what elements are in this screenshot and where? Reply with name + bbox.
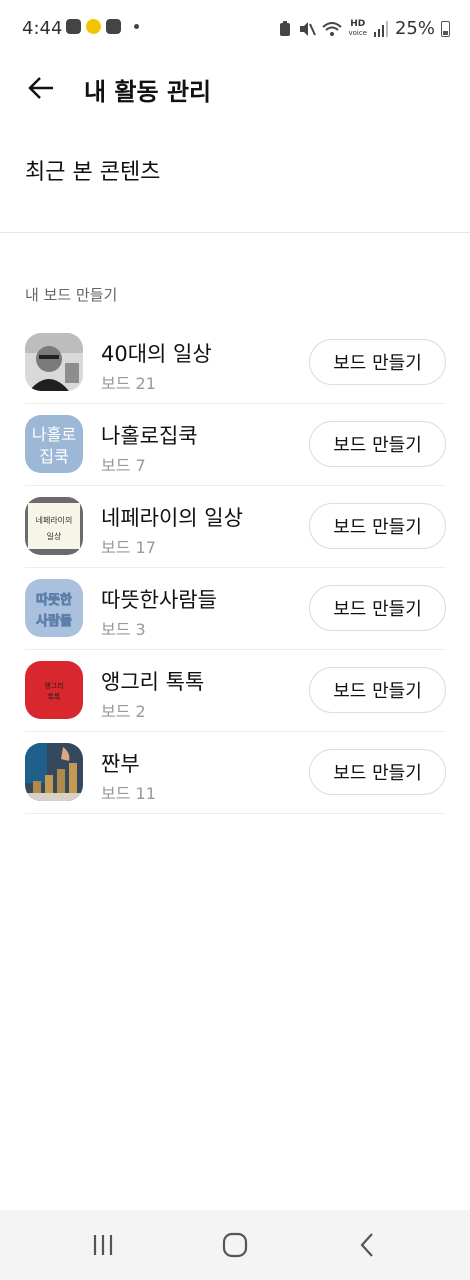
screen: 4:44 HD voice 25% 내 활동 관리 최근 본 콘텐츠 내 보드 … — [0, 0, 470, 1280]
thumbnail-text-top: 따뜻한 — [36, 592, 72, 608]
board-thumbnail — [25, 743, 83, 801]
board-name: 나홀로집쿡 — [101, 424, 198, 448]
board-item[interactable]: 40대의 일상 보드 21 보드 만들기 — [25, 322, 446, 404]
app-notification-icon — [66, 19, 81, 34]
thumbnail-text-top: 네페라이의 — [36, 515, 73, 525]
battery-icon — [441, 20, 450, 37]
wifi-icon — [322, 21, 343, 36]
board-thumbnail: 앵그리 톡톡 — [25, 661, 83, 719]
make-board-button[interactable]: 보드 만들기 — [309, 749, 446, 795]
board-name: 짠부 — [101, 752, 140, 776]
board-section-heading: 내 보드 만들기 — [25, 286, 118, 304]
signal-icon — [373, 20, 388, 37]
navigation-bar — [0, 1210, 470, 1280]
thumbnail-text-top: 앵그리 — [44, 681, 63, 690]
message-notification-icon — [106, 19, 121, 34]
thumbnail-art: 나홀로 집쿡 — [25, 415, 83, 473]
board-item[interactable]: 네페라이의 일상 네페라이의 일상 보드 17 보드 만들기 — [25, 486, 446, 568]
header: 내 활동 관리 — [0, 60, 470, 116]
board-item[interactable]: 나홀로 집쿡 나홀로집쿡 보드 7 보드 만들기 — [25, 404, 446, 486]
thumbnail-art: 앵그리 톡톡 — [25, 661, 83, 719]
board-item[interactable]: 따뜻한 사람들 따뜻한사람들 보드 3 보드 만들기 — [25, 568, 446, 650]
more-notifications-dot-icon — [134, 24, 139, 29]
board-name: 네페라이의 일상 — [101, 506, 243, 530]
home-icon — [222, 1232, 248, 1258]
recent-content-row[interactable]: 최근 본 콘텐츠 — [0, 134, 470, 204]
thumbnail-art: 따뜻한 사람들 — [25, 579, 83, 637]
board-count: 보드 17 — [101, 538, 156, 557]
make-board-button[interactable]: 보드 만들기 — [309, 667, 446, 713]
board-item[interactable]: 짠부 보드 11 보드 만들기 — [25, 732, 446, 814]
mute-icon — [300, 21, 317, 36]
board-list: 40대의 일상 보드 21 보드 만들기 나홀로 집쿡 나홀로집쿡 보드 7 보… — [25, 322, 446, 814]
hd-voice-icon: HD voice — [348, 18, 367, 38]
board-name: 앵그리 톡톡 — [101, 670, 205, 694]
nav-back-button[interactable] — [347, 1230, 387, 1260]
board-count: 보드 21 — [101, 374, 156, 393]
page-title: 내 활동 관리 — [84, 78, 212, 106]
thumbnail-art: 네페라이의 일상 — [25, 497, 83, 555]
notification-icons — [66, 19, 139, 34]
status-right-group: HD voice 25% — [278, 18, 450, 39]
board-count: 보드 2 — [101, 702, 146, 721]
back-arrow-icon — [28, 77, 53, 99]
person-portrait-image — [25, 333, 83, 391]
board-name: 40대의 일상 — [101, 342, 212, 366]
make-board-button[interactable]: 보드 만들기 — [309, 339, 446, 385]
make-board-button[interactable]: 보드 만들기 — [309, 421, 446, 467]
thumbnail-text-bottom: 집쿡 — [39, 447, 68, 466]
status-time: 4:44 — [22, 18, 63, 39]
board-thumbnail: 네페라이의 일상 — [25, 497, 83, 555]
nav-back-icon — [360, 1233, 373, 1257]
board-count: 보드 11 — [101, 784, 156, 803]
thumbnail-text-bottom: 톡톡 — [48, 693, 61, 701]
board-thumbnail — [25, 333, 83, 391]
recent-apps-button[interactable] — [83, 1230, 123, 1260]
coin-stacks-image — [25, 743, 83, 801]
hd-label: HD — [350, 18, 366, 29]
kakao-notification-icon — [86, 19, 101, 34]
thumbnail-text-top: 나홀로 — [32, 425, 76, 444]
recent-content-label: 최근 본 콘텐츠 — [25, 160, 161, 185]
hd-sub-label: voice — [348, 28, 367, 37]
board-item[interactable]: 앵그리 톡톡 앵그리 톡톡 보드 2 보드 만들기 — [25, 650, 446, 732]
thumbnail-text-bottom: 사람들 — [36, 613, 72, 629]
battery-percent: 25% — [394, 18, 435, 39]
board-count: 보드 7 — [101, 456, 146, 475]
battery-saver-icon — [280, 20, 291, 36]
thumbnail-text-bottom: 일상 — [47, 531, 62, 541]
board-name: 따뜻한사람들 — [101, 588, 217, 612]
make-board-button[interactable]: 보드 만들기 — [309, 503, 446, 549]
board-count: 보드 3 — [101, 620, 146, 639]
section-divider — [0, 232, 470, 233]
back-button[interactable] — [22, 70, 60, 106]
board-thumbnail: 나홀로 집쿡 — [25, 415, 83, 473]
recent-apps-icon — [93, 1235, 113, 1255]
status-bar: 4:44 HD voice 25% — [0, 0, 470, 60]
home-button[interactable] — [215, 1230, 255, 1260]
make-board-button[interactable]: 보드 만들기 — [309, 585, 446, 631]
board-thumbnail: 따뜻한 사람들 — [25, 579, 83, 637]
